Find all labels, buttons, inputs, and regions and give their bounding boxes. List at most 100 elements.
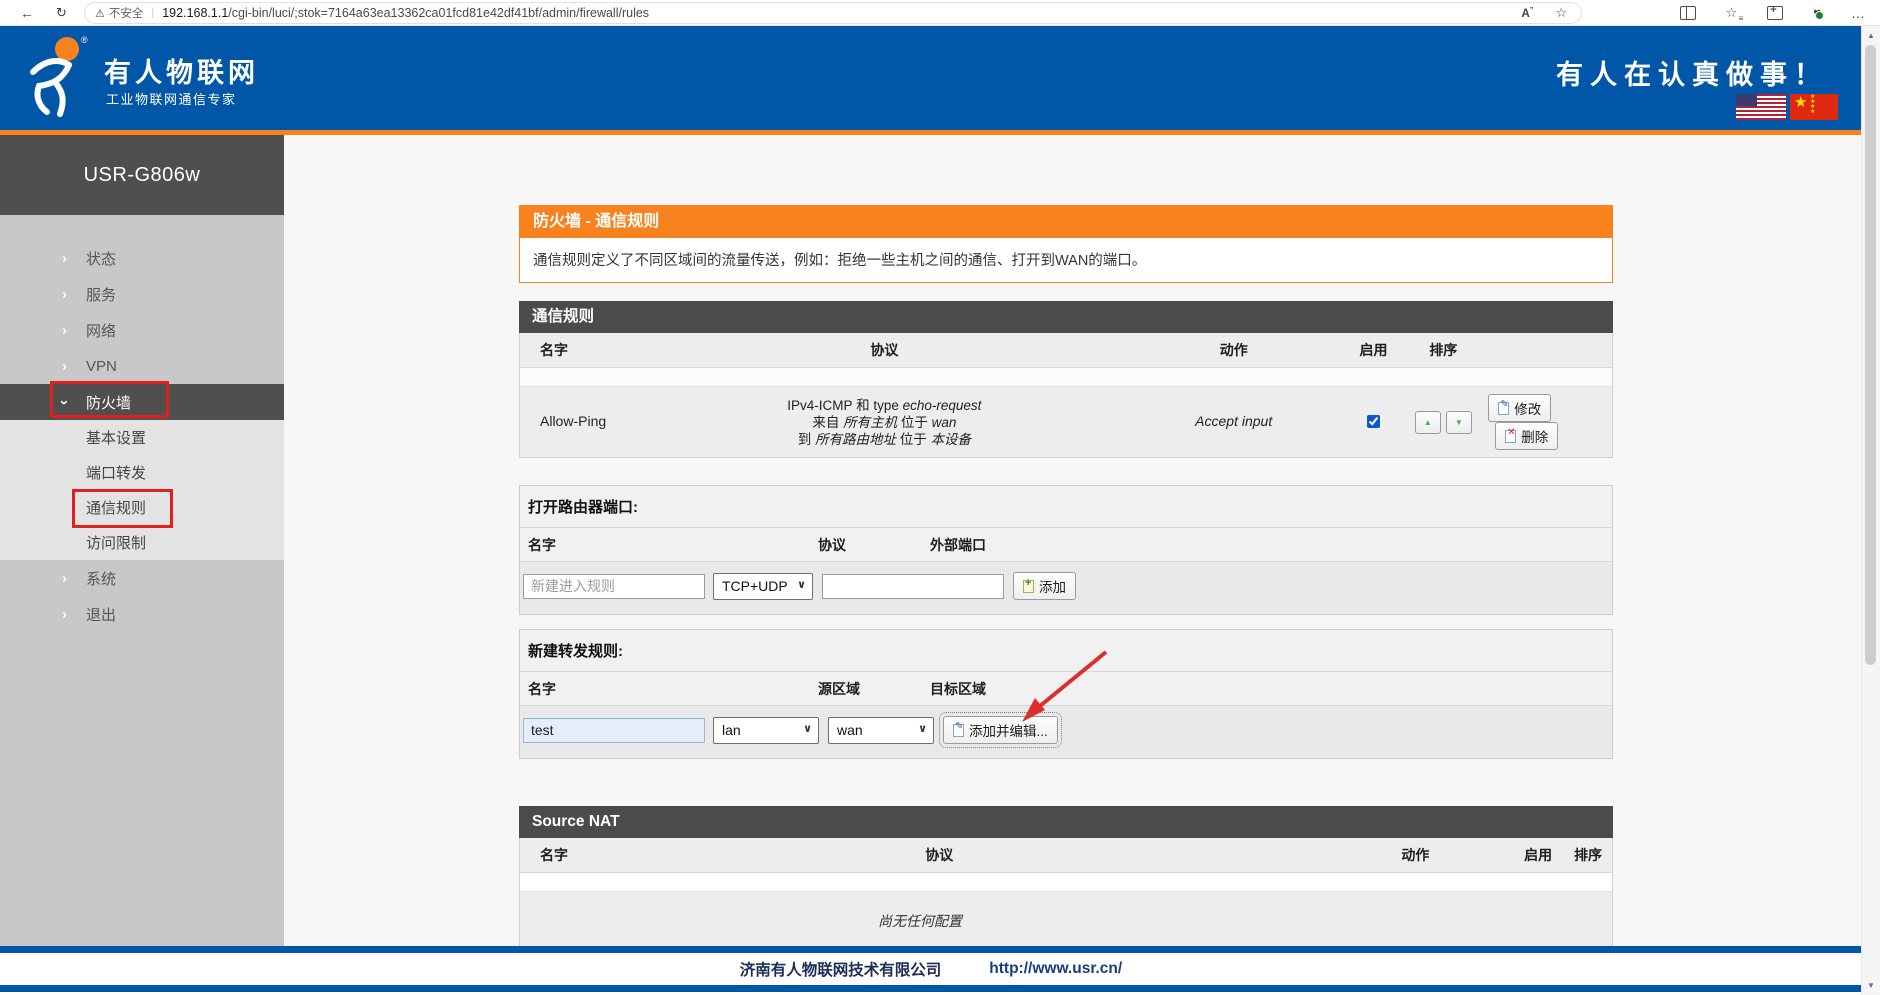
- sidebar-item-logout[interactable]: › 退出: [0, 596, 284, 632]
- not-secure-warning-icon: ⚠: [95, 7, 105, 20]
- rules-spacer-row: [520, 368, 1612, 387]
- screen: ← ↻ ⚠ 不安全 | 192.168.1.1/cgi-bin/luci/;st…: [0, 0, 1880, 995]
- rule-action: Accept input: [1195, 413, 1272, 429]
- security-label: 不安全: [109, 5, 144, 21]
- footer-bottom-stripe: [0, 985, 1862, 992]
- snat-table: 名字 协议 动作 启用 排序 尚无任何配置: [519, 838, 1613, 946]
- page-scrollbar[interactable]: ▲ ▼: [1861, 25, 1880, 995]
- col-external-port: 外部端口: [930, 535, 1130, 555]
- device-name: USR-G806w: [0, 135, 284, 215]
- sort-up-button[interactable]: ▲: [1415, 411, 1441, 434]
- col-action: 动作: [1119, 340, 1349, 360]
- col-name: 名字: [520, 535, 818, 555]
- forward-rule-title: 新建转发规则:: [520, 630, 1612, 672]
- col-protocol: 协议: [720, 845, 1159, 865]
- protocol-select-wrap: TCP+UDP: [713, 573, 813, 600]
- external-port-input[interactable]: [822, 574, 1004, 599]
- address-divider: |: [151, 7, 154, 19]
- delete-icon: ✕: [1505, 430, 1516, 443]
- add-port-rule-button[interactable]: + 添加: [1013, 572, 1076, 600]
- open-ports-header: 名字 协议 外部端口: [520, 528, 1612, 562]
- edit-icon: ✎: [1498, 402, 1509, 415]
- chevron-right-icon: ›: [62, 323, 67, 338]
- usr-logo-icon: ®: [26, 33, 92, 126]
- rule-row-allow-ping: Allow-Ping IPv4-ICMP 和 type echo-request…: [520, 387, 1612, 457]
- footer-url-link[interactable]: http://www.usr.cn/: [989, 960, 1122, 978]
- settings-more-icon[interactable]: …: [1851, 5, 1866, 21]
- snat-section-header: Source NAT: [519, 806, 1613, 838]
- us-flag-icon[interactable]: [1736, 94, 1786, 120]
- sidebar: USR-G806w › 状态 › 服务 › 网络 › VPN › 防火墙: [0, 135, 284, 946]
- edit-rule-button[interactable]: ✎ 修改: [1488, 394, 1551, 422]
- protocol-select[interactable]: TCP+UDP: [713, 573, 813, 600]
- snat-spacer-row: [520, 873, 1612, 892]
- sidebar-item-firewall[interactable]: › 防火墙: [0, 384, 284, 420]
- open-ports-title: 打开路由器端口:: [520, 486, 1612, 528]
- firewall-submenu: 基本设置 端口转发 通信规则 访问限制: [0, 420, 284, 560]
- url-host: 192.168.1.1: [162, 6, 228, 20]
- chevron-down-icon: ›: [57, 400, 72, 405]
- col-name: 名字: [520, 679, 818, 699]
- browser-toolbar: ← ↻ ⚠ 不安全 | 192.168.1.1/cgi-bin/luci/;st…: [0, 0, 1880, 26]
- tab-groups-icon[interactable]: [1767, 6, 1783, 20]
- app-header: ® 有人物联网 工业物联网通信专家 有人在认真做事！ ★ ★ ★★ ★: [0, 25, 1862, 135]
- col-name: 名字: [520, 845, 720, 865]
- rules-table: 名字 协议 动作 启用 排序 Allow-Ping IPv4-ICMP 和 ty…: [519, 333, 1613, 458]
- col-sort: 排序: [1398, 340, 1488, 360]
- read-aloud-icon[interactable]: A”: [1522, 7, 1534, 20]
- sidebar-item-network[interactable]: › 网络: [0, 312, 284, 348]
- col-sort: 排序: [1564, 845, 1612, 865]
- scroll-down-arrow-icon[interactable]: ▼: [1862, 977, 1880, 993]
- forward-rule-name-input[interactable]: [523, 718, 705, 743]
- no-config-text: 尚无任何配置: [520, 911, 1320, 931]
- sidebar-item-basic-settings[interactable]: 基本设置: [0, 420, 284, 455]
- sort-down-button[interactable]: ▼: [1446, 411, 1472, 434]
- col-name: 名字: [520, 340, 650, 360]
- forward-rule-input-row: lan wan ✎ 添加并编辑...: [520, 706, 1612, 758]
- col-source-zone: 源区域: [818, 679, 930, 699]
- snat-table-header: 名字 协议 动作 启用 排序: [520, 838, 1612, 873]
- edit-icon: ✎: [953, 724, 964, 737]
- sidebar-item-services[interactable]: › 服务: [0, 276, 284, 312]
- chevron-right-icon: ›: [62, 607, 67, 622]
- sidebar-item-port-forwarding[interactable]: 端口转发: [0, 455, 284, 490]
- scrollbar-thumb[interactable]: [1865, 45, 1876, 665]
- collections-icon[interactable]: ☆: [1726, 5, 1738, 21]
- col-enable: 启用: [1349, 340, 1399, 360]
- new-rule-name-input[interactable]: [523, 574, 705, 599]
- split-screen-icon[interactable]: [1680, 6, 1696, 20]
- dest-zone-select-wrap: wan: [828, 717, 934, 744]
- rule-enable-checkbox[interactable]: [1367, 415, 1380, 428]
- col-protocol: 协议: [650, 340, 1119, 360]
- scroll-up-arrow-icon[interactable]: ▲: [1862, 27, 1880, 43]
- rule-protocol: IPv4-ICMP 和 type echo-request 来自 所有主机 位于…: [650, 397, 1119, 448]
- chevron-right-icon: ›: [62, 571, 67, 586]
- browser-essentials-icon[interactable]: ♥: [1813, 5, 1821, 20]
- brand-subtitle: 工业物联网通信专家: [106, 89, 237, 108]
- page-intro-box: 防火墙 - 通信规则 通信规则定义了不同区域间的流量传送，例如：拒绝一些主机之间…: [519, 205, 1613, 283]
- open-ports-panel: 打开路由器端口: 名字 协议 外部端口 TCP+UDP +: [519, 485, 1613, 615]
- rules-section-header: 通信规则: [519, 301, 1613, 333]
- chevron-right-icon: ›: [62, 359, 67, 374]
- sidebar-item-status[interactable]: › 状态: [0, 240, 284, 276]
- back-icon[interactable]: ←: [20, 6, 34, 20]
- cn-flag-icon[interactable]: ★ ★ ★★ ★: [1790, 94, 1838, 120]
- forward-rule-panel: 新建转发规则: 名字 源区域 目标区域 lan wan: [519, 629, 1613, 759]
- address-bar[interactable]: ⚠ 不安全 | 192.168.1.1/cgi-bin/luci/;stok=7…: [84, 2, 1582, 24]
- refresh-icon[interactable]: ↻: [56, 6, 67, 19]
- sidebar-item-system[interactable]: › 系统: [0, 560, 284, 596]
- sidebar-item-traffic-rules[interactable]: 通信规则: [0, 490, 284, 525]
- favorite-star-icon[interactable]: ☆: [1555, 5, 1567, 21]
- delete-rule-button[interactable]: ✕ 删除: [1495, 422, 1558, 450]
- add-and-edit-button[interactable]: ✎ 添加并编辑...: [943, 716, 1058, 744]
- footer-company: 济南有人物联网技术有限公司: [740, 958, 942, 980]
- source-zone-select[interactable]: lan: [713, 717, 819, 744]
- rules-table-header: 名字 协议 动作 启用 排序: [520, 333, 1612, 368]
- sidebar-item-vpn[interactable]: › VPN: [0, 348, 284, 384]
- page-description: 通信规则定义了不同区域间的流量传送，例如：拒绝一些主机之间的通信、打开到WAN的…: [520, 238, 1612, 282]
- snat-empty-row: 尚无任何配置: [520, 892, 1612, 946]
- forward-rule-header: 名字 源区域 目标区域: [520, 672, 1612, 706]
- dest-zone-select[interactable]: wan: [828, 717, 934, 744]
- sidebar-item-access-restriction[interactable]: 访问限制: [0, 525, 284, 560]
- chevron-right-icon: ›: [62, 251, 67, 266]
